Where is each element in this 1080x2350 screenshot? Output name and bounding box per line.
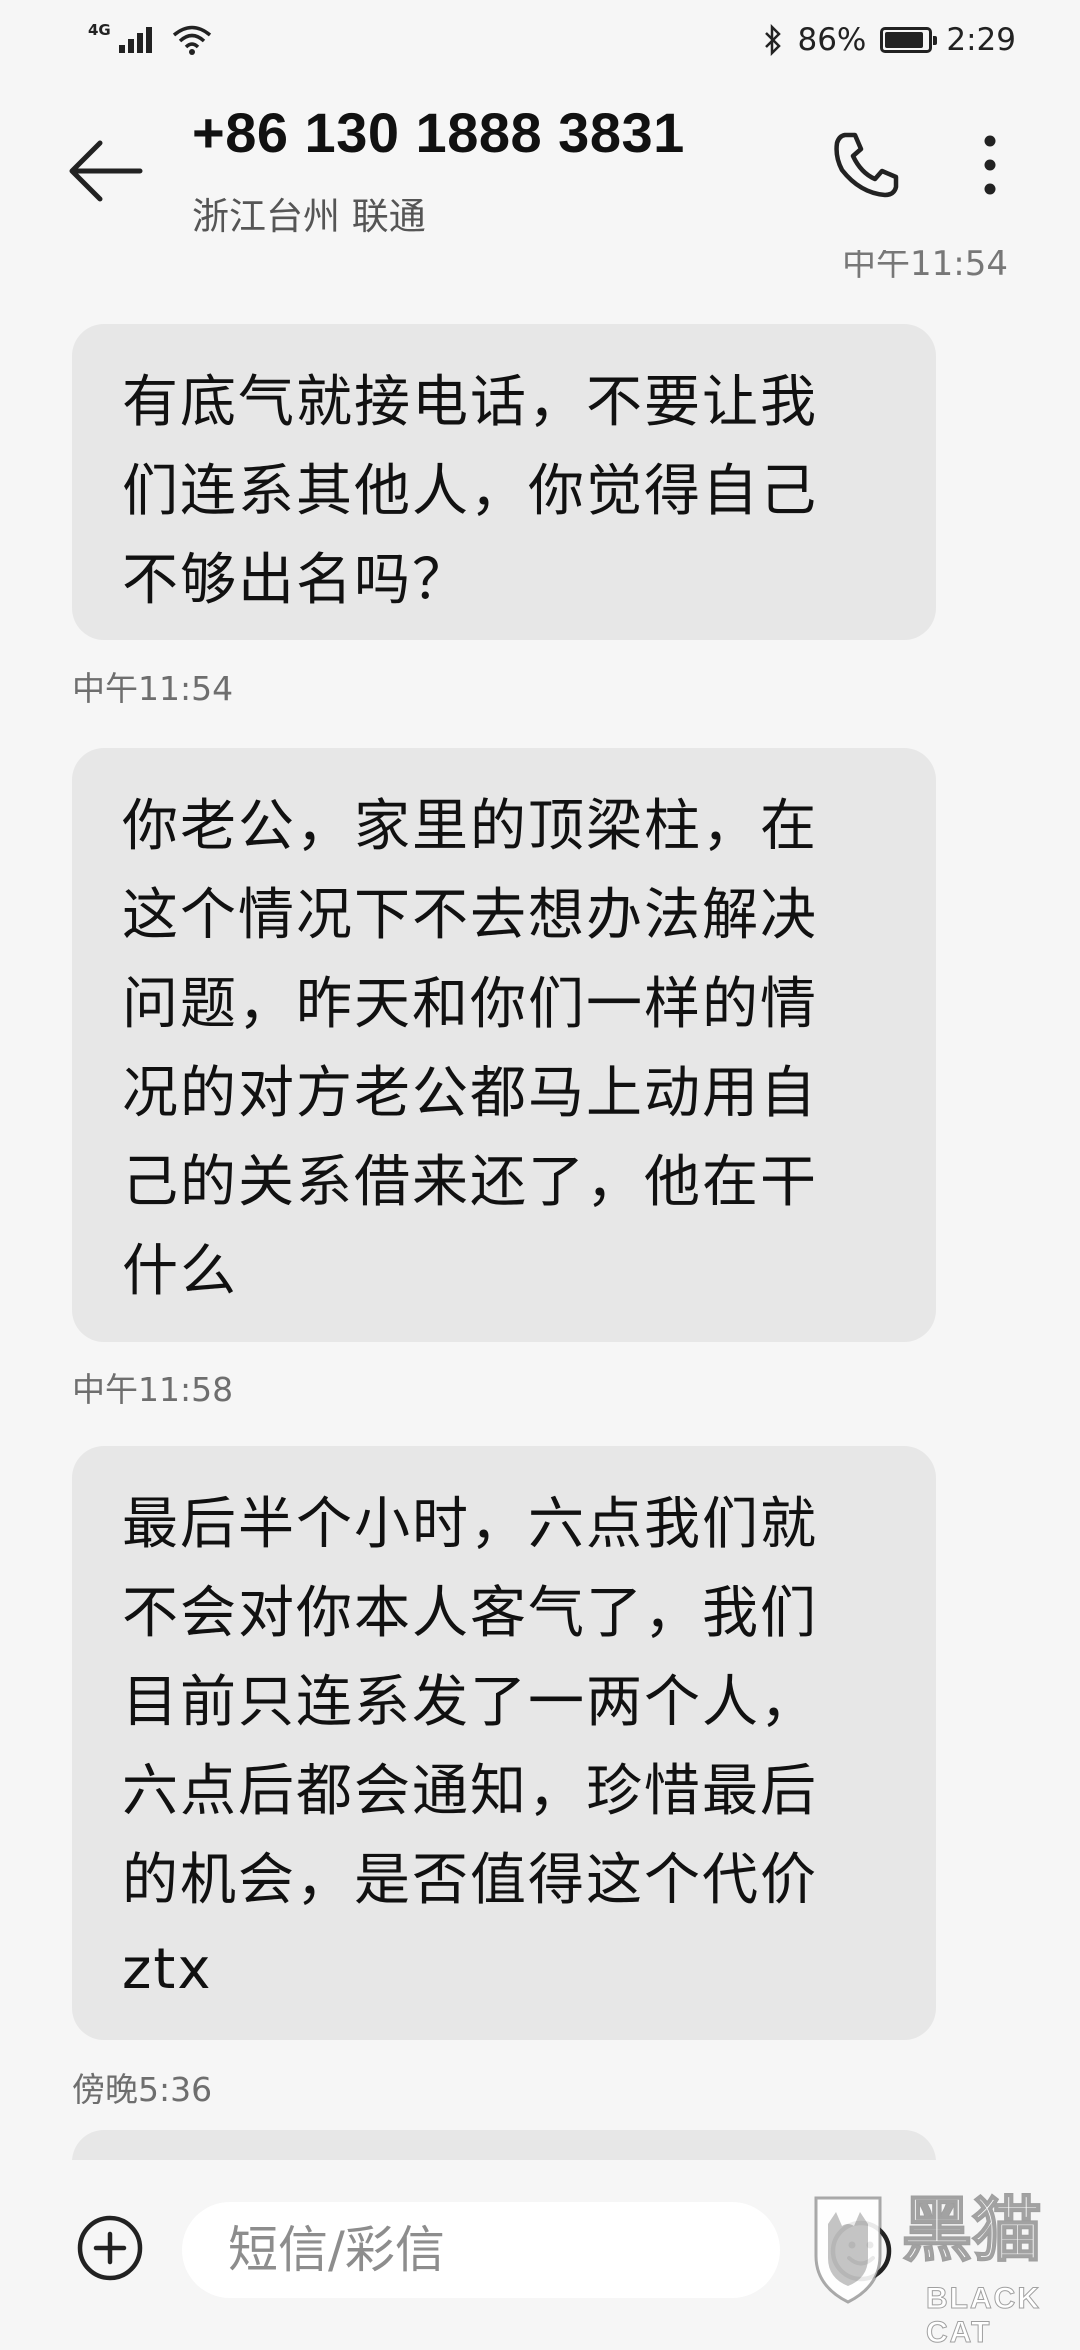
- bluetooth-icon: [765, 24, 782, 56]
- message-timestamp: 中午11:54: [842, 250, 1008, 284]
- message-timestamp: 中午11:54: [72, 669, 234, 708]
- battery-percent: 86%: [797, 22, 867, 58]
- status-bar: 4G 86% 2:29: [0, 0, 1080, 80]
- attach-button[interactable]: [68, 2206, 152, 2290]
- network-type: 4G: [88, 21, 111, 39]
- contact-location: 浙江台州 联通: [192, 195, 426, 238]
- message-bubble[interactable]: 有底气就接电话，不要让我 们连系其他人，你觉得自己 不够出名吗？: [72, 324, 936, 640]
- signal-icon: [118, 27, 152, 53]
- message-timestamp: 傍晚5:36: [72, 2070, 213, 2109]
- emoji-button[interactable]: [826, 2216, 896, 2286]
- back-button[interactable]: [62, 126, 152, 216]
- clock: 2:29: [946, 22, 1016, 58]
- status-right: 86% 2:29: [763, 22, 1016, 58]
- emoji-icon: [830, 2220, 892, 2282]
- contact-number: +86 130 1888 3831: [192, 101, 685, 164]
- message-input[interactable]: 短信/彩信: [182, 2202, 780, 2298]
- more-options-button[interactable]: [960, 125, 1020, 205]
- call-button[interactable]: [825, 125, 905, 205]
- battery-fill: [885, 32, 924, 48]
- conversation-header: +86 130 1888 3831 浙江台州 联通: [0, 80, 1080, 250]
- message-bubble[interactable]: 最后半个小时，六点我们就 不会对你本人客气了，我们 目前只连系发了一两个人， 六…: [72, 1446, 936, 2040]
- status-left: 4G: [88, 21, 213, 56]
- message-timestamp: 中午11:58: [72, 1370, 234, 1409]
- message-list[interactable]: 中午11:54 有底气就接电话，不要让我 们连系其他人，你觉得自己 不够出名吗？…: [0, 250, 1080, 2160]
- message-bubble-partial[interactable]: [72, 2130, 936, 2160]
- more-vert-icon: [984, 135, 996, 195]
- phone-icon: [834, 132, 899, 198]
- plus-circle-icon: [77, 2215, 143, 2281]
- wifi-icon: [172, 25, 211, 55]
- message-bubble[interactable]: 你老公，家里的顶梁柱，在 这个情况下不去想办法解决 问题，昨天和你们一样的情 况…: [72, 748, 936, 1342]
- battery-icon: [880, 27, 938, 53]
- compose-bar: 短信/彩信: [0, 2160, 1080, 2340]
- back-arrow-icon: [69, 140, 143, 202]
